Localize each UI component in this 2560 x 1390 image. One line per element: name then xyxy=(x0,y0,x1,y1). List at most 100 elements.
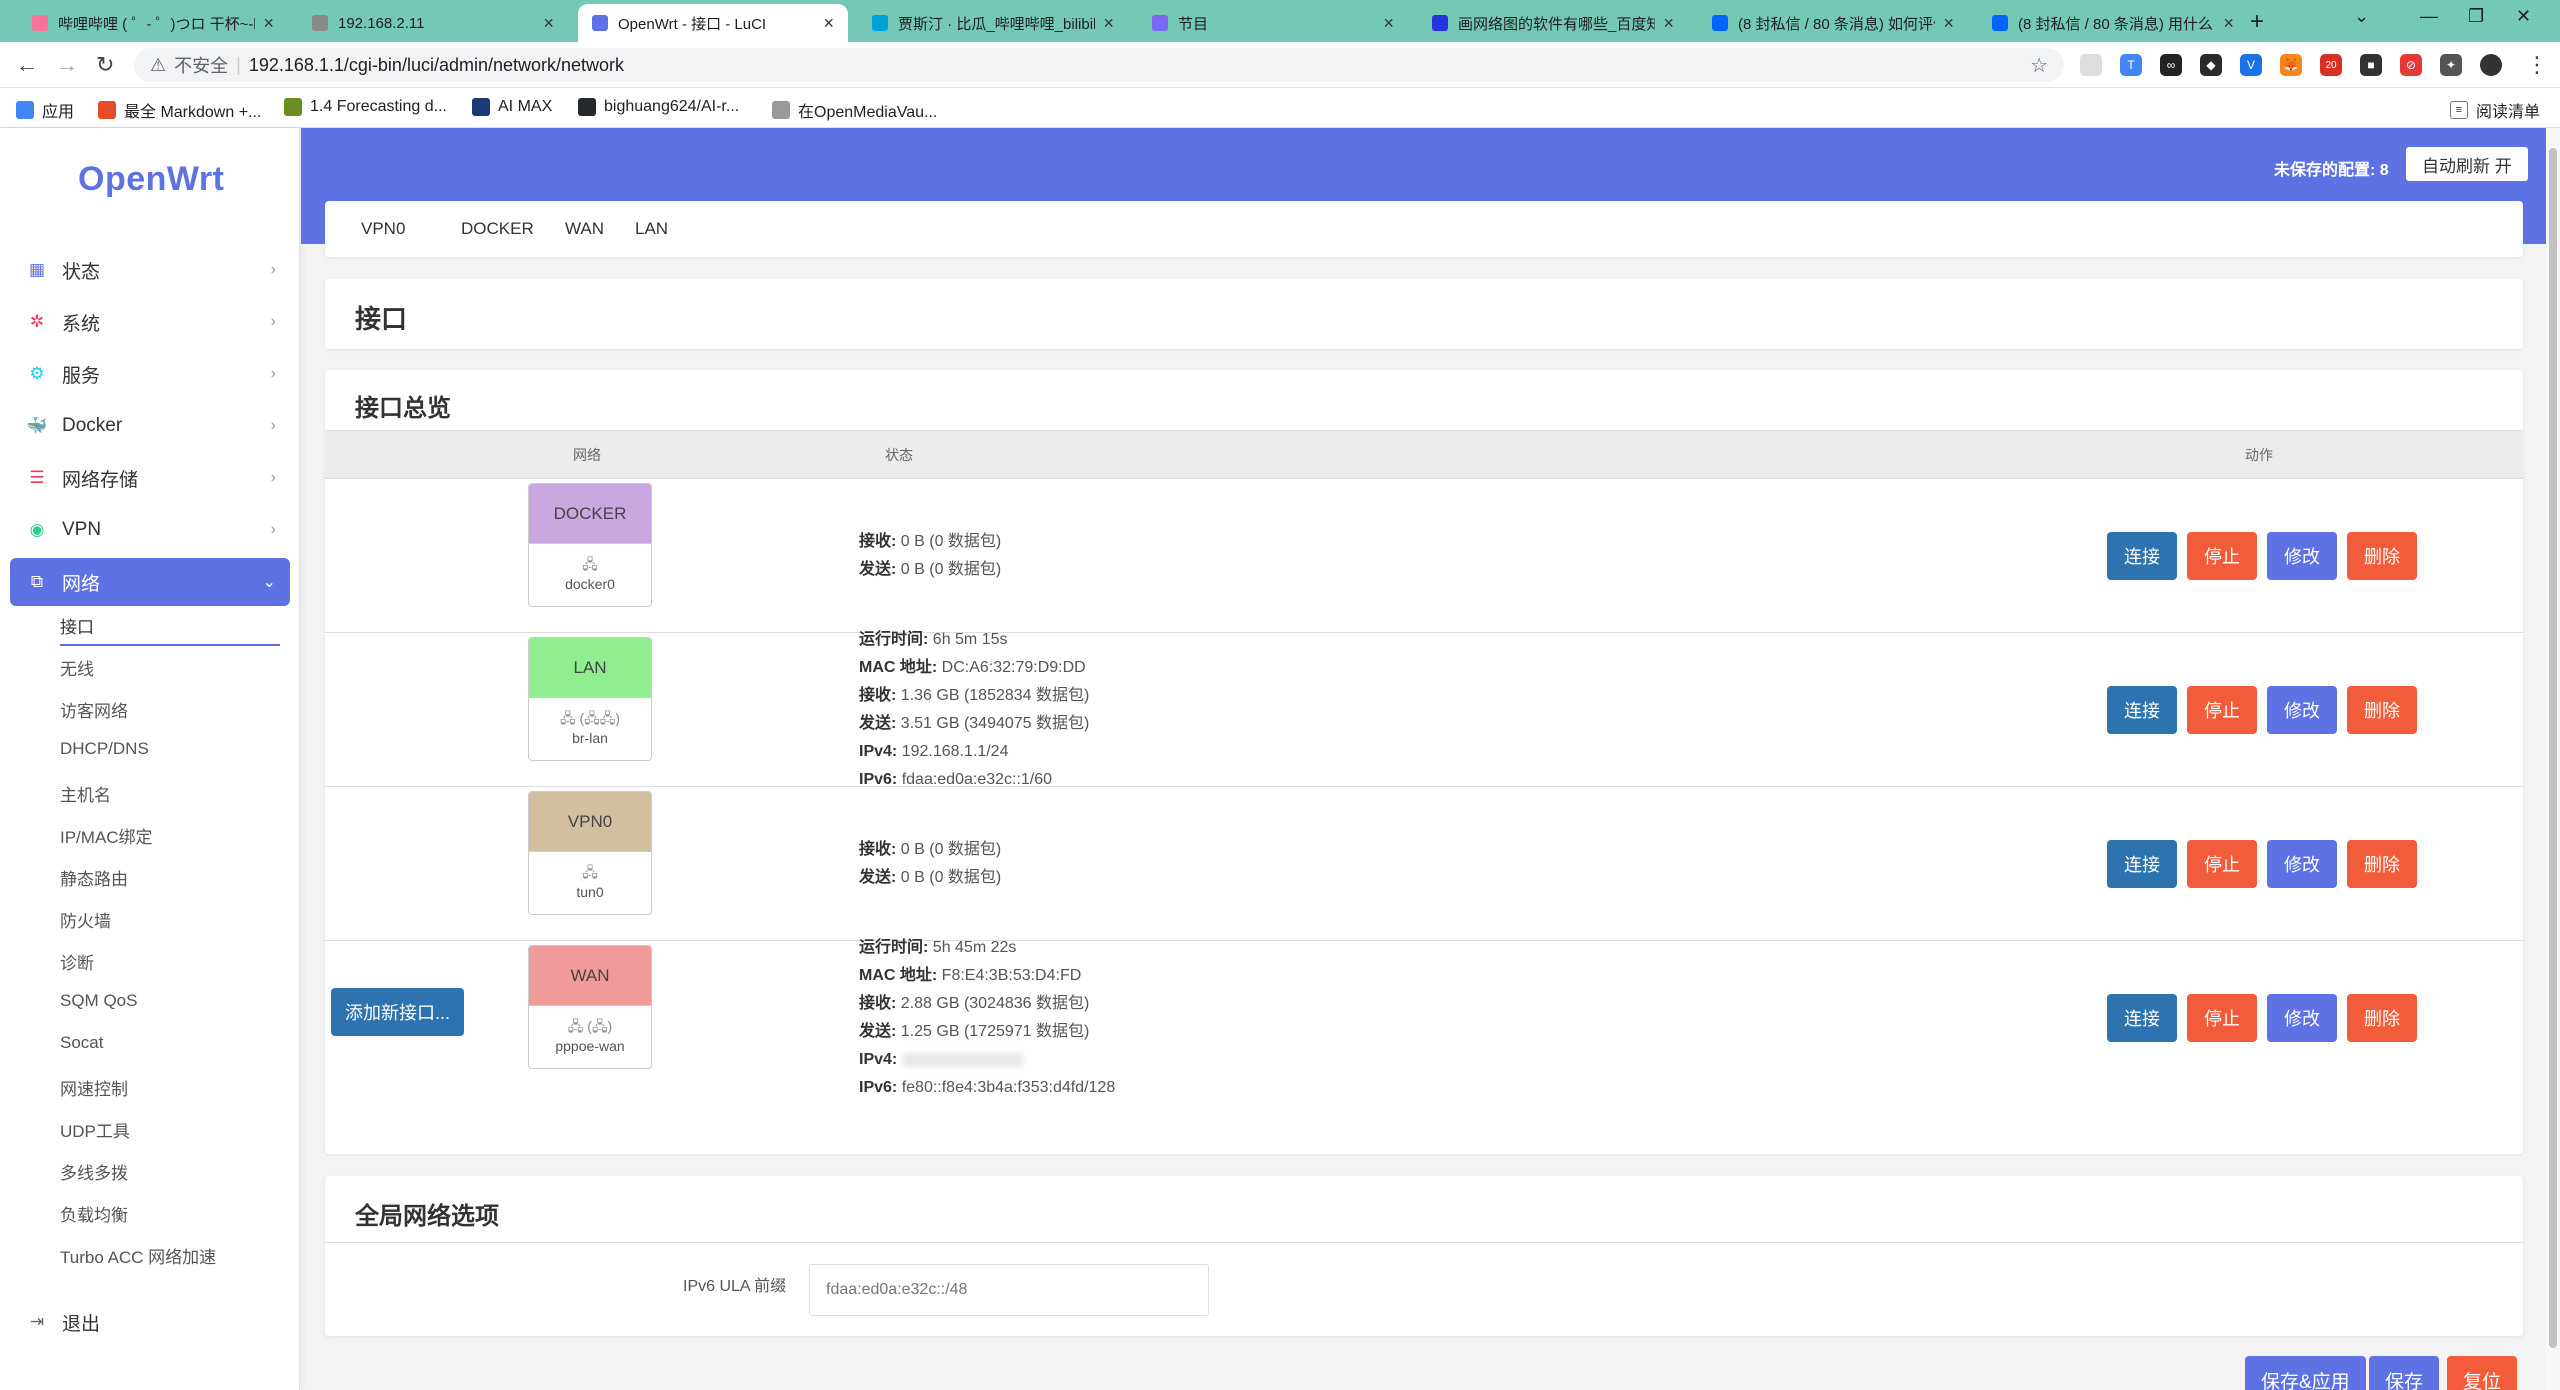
sidebar-subitem[interactable]: 诊断 xyxy=(60,949,280,974)
connect-button[interactable]: 连接 xyxy=(2107,994,2177,1042)
sidebar-subitem[interactable]: 网速控制 xyxy=(60,1075,280,1100)
close-icon[interactable]: × xyxy=(1663,13,1674,34)
tab-docker[interactable]: DOCKER xyxy=(461,219,534,239)
bookmark-item[interactable]: 1.4 Forecasting d... xyxy=(284,98,447,116)
add-interface-button[interactable]: 添加新接口... xyxy=(331,988,465,1036)
bookmark-item[interactable]: AI MAX xyxy=(472,98,552,116)
close-icon[interactable]: × xyxy=(1383,13,1394,34)
sidebar-item[interactable]: ◉ VPN › xyxy=(10,506,290,554)
connect-button[interactable]: 连接 xyxy=(2107,840,2177,888)
connect-button[interactable]: 连接 xyxy=(2107,686,2177,734)
autorefresh-button[interactable]: 自动刷新 开 xyxy=(2406,147,2528,181)
edit-button[interactable]: 修改 xyxy=(2267,840,2337,888)
save-button[interactable]: 保存 xyxy=(2369,1356,2440,1390)
browser-tab[interactable]: (8 封私信 / 80 条消息) 如何评价 × xyxy=(1698,4,1968,42)
delete-button[interactable]: 删除 xyxy=(2347,994,2417,1042)
sidebar-item[interactable]: 🐳 Docker › xyxy=(10,402,290,450)
sidebar-subitem[interactable]: 访客网络 xyxy=(60,697,280,722)
delete-button[interactable]: 删除 xyxy=(2347,686,2417,734)
reload-icon[interactable]: ↻ xyxy=(96,52,114,78)
edit-button[interactable]: 修改 xyxy=(2267,686,2337,734)
sidebar-subitem[interactable]: 负载均衡 xyxy=(60,1201,280,1226)
extension-icon[interactable] xyxy=(2080,54,2102,76)
close-icon[interactable]: × xyxy=(823,13,834,34)
close-window-icon[interactable]: ✕ xyxy=(2516,6,2531,27)
browser-tab[interactable]: (8 封私信 / 80 条消息) 用什么 × xyxy=(1978,4,2248,42)
sidebar-subitem[interactable]: DHCP/DNS xyxy=(60,739,280,759)
sidebar-item[interactable]: ⚙ 服务 › xyxy=(10,350,290,398)
bookmark-item[interactable]: 最全 Markdown +... xyxy=(98,98,261,122)
close-icon[interactable]: × xyxy=(1943,13,1954,34)
maximize-icon[interactable]: ❐ xyxy=(2468,6,2484,27)
sidebar-subitem[interactable]: 主机名 xyxy=(60,781,280,806)
browser-tab[interactable]: 画网络图的软件有哪些_百度知道 × xyxy=(1418,4,1688,42)
extension-icon[interactable]: ∞ xyxy=(2160,54,2182,76)
browser-tab[interactable]: 贾斯汀 · 比瓜_哔哩哔哩_bilibili × xyxy=(858,4,1128,42)
browser-tab[interactable]: 节目 × xyxy=(1138,4,1408,42)
interface-badge[interactable]: DOCKER 🖧 docker0 xyxy=(528,483,652,607)
save-apply-button[interactable]: 保存&应用 xyxy=(2245,1356,2366,1390)
edit-button[interactable]: 修改 xyxy=(2267,532,2337,580)
unsaved-changes-link[interactable]: 未保存的配置: 8 xyxy=(2274,156,2389,180)
sidebar-subitem[interactable]: Socat xyxy=(60,1033,280,1053)
delete-button[interactable]: 删除 xyxy=(2347,532,2417,580)
sidebar-subitem[interactable]: SQM QoS xyxy=(60,991,280,1011)
bookmark-item[interactable]: 应用 xyxy=(16,98,74,122)
translate-icon[interactable]: T xyxy=(2120,54,2142,76)
bookmark-star-icon[interactable]: ☆ xyxy=(2030,53,2048,78)
close-icon[interactable]: × xyxy=(263,13,274,34)
scrollbar-thumb[interactable] xyxy=(2549,148,2557,1348)
extension-icon[interactable]: ⊘ xyxy=(2400,54,2422,76)
close-icon[interactable]: × xyxy=(1103,13,1114,34)
page-scrollbar[interactable] xyxy=(2546,128,2560,1390)
sidebar-subitem[interactable]: 防火墙 xyxy=(60,907,280,932)
tab-vpn0[interactable]: VPN0 xyxy=(361,219,405,239)
minimize-icon[interactable]: — xyxy=(2420,6,2438,27)
puzzle-icon[interactable]: ✦ xyxy=(2440,54,2462,76)
sidebar-subitem[interactable]: IP/MAC绑定 xyxy=(60,823,280,848)
sidebar-item[interactable]: ▦ 状态 › xyxy=(10,246,290,294)
edit-button[interactable]: 修改 xyxy=(2267,994,2337,1042)
tab-wan[interactable]: WAN xyxy=(565,219,604,239)
reading-list[interactable]: ≡ 阅读清单 xyxy=(2450,98,2540,122)
bookmark-item[interactable]: bighuang624/AI-r... xyxy=(578,98,739,116)
sidebar-subitem[interactable]: 接口 xyxy=(60,613,280,646)
interface-badge[interactable]: WAN 🖧 (🖧) pppoe-wan xyxy=(528,945,652,1069)
browser-tab[interactable]: 哔哩哔哩 ( ゜- ゜)つロ 干杯~-bili × xyxy=(18,4,288,42)
avatar[interactable] xyxy=(2480,54,2502,76)
extension-icon[interactable]: ■ xyxy=(2360,54,2382,76)
new-tab-icon[interactable]: + xyxy=(2250,8,2264,36)
sidebar-item[interactable]: ✲ 系统 › xyxy=(10,298,290,346)
stop-button[interactable]: 停止 xyxy=(2187,532,2257,580)
address-bar[interactable]: ⚠ 不安全 | 192.168.1.1/cgi-bin/luci/admin/n… xyxy=(134,48,2064,82)
stop-button[interactable]: 停止 xyxy=(2187,686,2257,734)
menu-icon[interactable]: ⋮ xyxy=(2526,52,2548,78)
tab-lan[interactable]: LAN xyxy=(635,219,668,239)
extension-icon[interactable]: ◆ xyxy=(2200,54,2222,76)
mail-badge-icon[interactable]: 20 xyxy=(2320,54,2342,76)
chevron-down-icon[interactable]: ⌄ xyxy=(2354,6,2369,27)
sidebar-subitem[interactable]: 静态路由 xyxy=(60,865,280,890)
extension-icon[interactable]: V xyxy=(2240,54,2262,76)
browser-tab[interactable]: 192.168.2.11 × xyxy=(298,4,568,42)
logo[interactable]: OpenWrt xyxy=(78,160,224,199)
stop-button[interactable]: 停止 xyxy=(2187,994,2257,1042)
reset-button[interactable]: 复位 xyxy=(2447,1356,2518,1390)
interface-badge[interactable]: LAN 🖧 (🖧🖧) br-lan xyxy=(528,637,652,761)
forward-icon[interactable]: → xyxy=(56,52,78,78)
sidebar-subitem[interactable]: 多线多拨 xyxy=(60,1159,280,1184)
sidebar-subitem[interactable]: 无线 xyxy=(60,655,280,680)
ula-prefix-input[interactable] xyxy=(809,1264,1209,1316)
sidebar-item[interactable]: ⧉ 网络 ⌄ xyxy=(10,558,290,606)
sidebar-subitem[interactable]: Turbo ACC 网络加速 xyxy=(60,1243,280,1268)
stop-button[interactable]: 停止 xyxy=(2187,840,2257,888)
back-icon[interactable]: ← xyxy=(16,52,38,78)
close-icon[interactable]: × xyxy=(543,13,554,34)
sidebar-item-logout[interactable]: ⇥ 退出 xyxy=(10,1298,290,1346)
browser-tab[interactable]: OpenWrt - 接口 - LuCI × xyxy=(578,4,848,42)
sidebar-item[interactable]: ☰ 网络存储 › xyxy=(10,454,290,502)
close-icon[interactable]: × xyxy=(2223,13,2234,34)
interface-badge[interactable]: VPN0 🖧 tun0 xyxy=(528,791,652,915)
sidebar-subitem[interactable]: UDP工具 xyxy=(60,1117,280,1142)
connect-button[interactable]: 连接 xyxy=(2107,532,2177,580)
